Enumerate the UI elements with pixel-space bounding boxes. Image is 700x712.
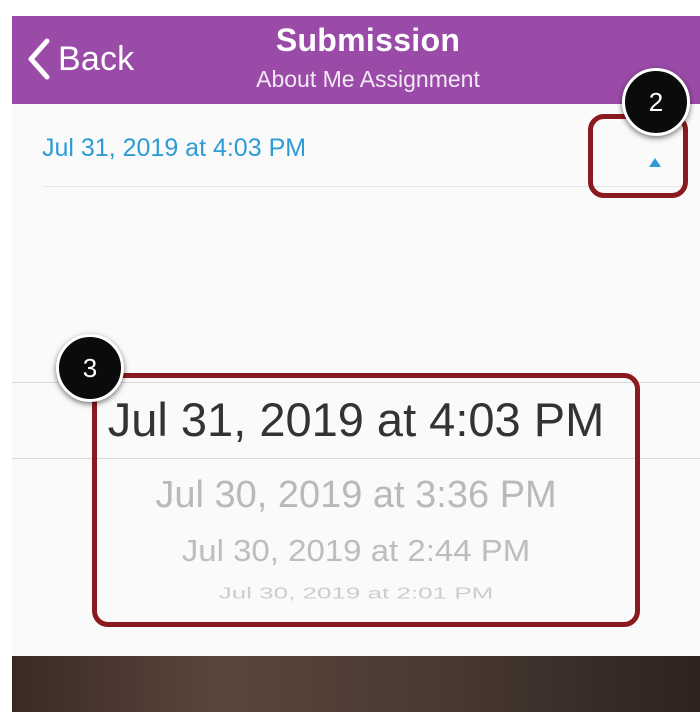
page-subtitle: About Me Assignment [256,66,480,92]
navigation-bar: Back Submission About Me Assignment [12,16,700,104]
callout-highlight-step-3 [92,373,640,627]
page-title: Submission [275,22,461,58]
submission-date-selector[interactable]: Jul 31, 2019 at 4:03 PM [42,104,682,188]
divider [42,186,682,187]
selected-submission-date: Jul 31, 2019 at 4:03 PM [42,134,307,162]
background-photo [12,656,700,712]
step-marker-2: 2 [622,68,690,136]
step-marker-3: 3 [56,334,124,402]
